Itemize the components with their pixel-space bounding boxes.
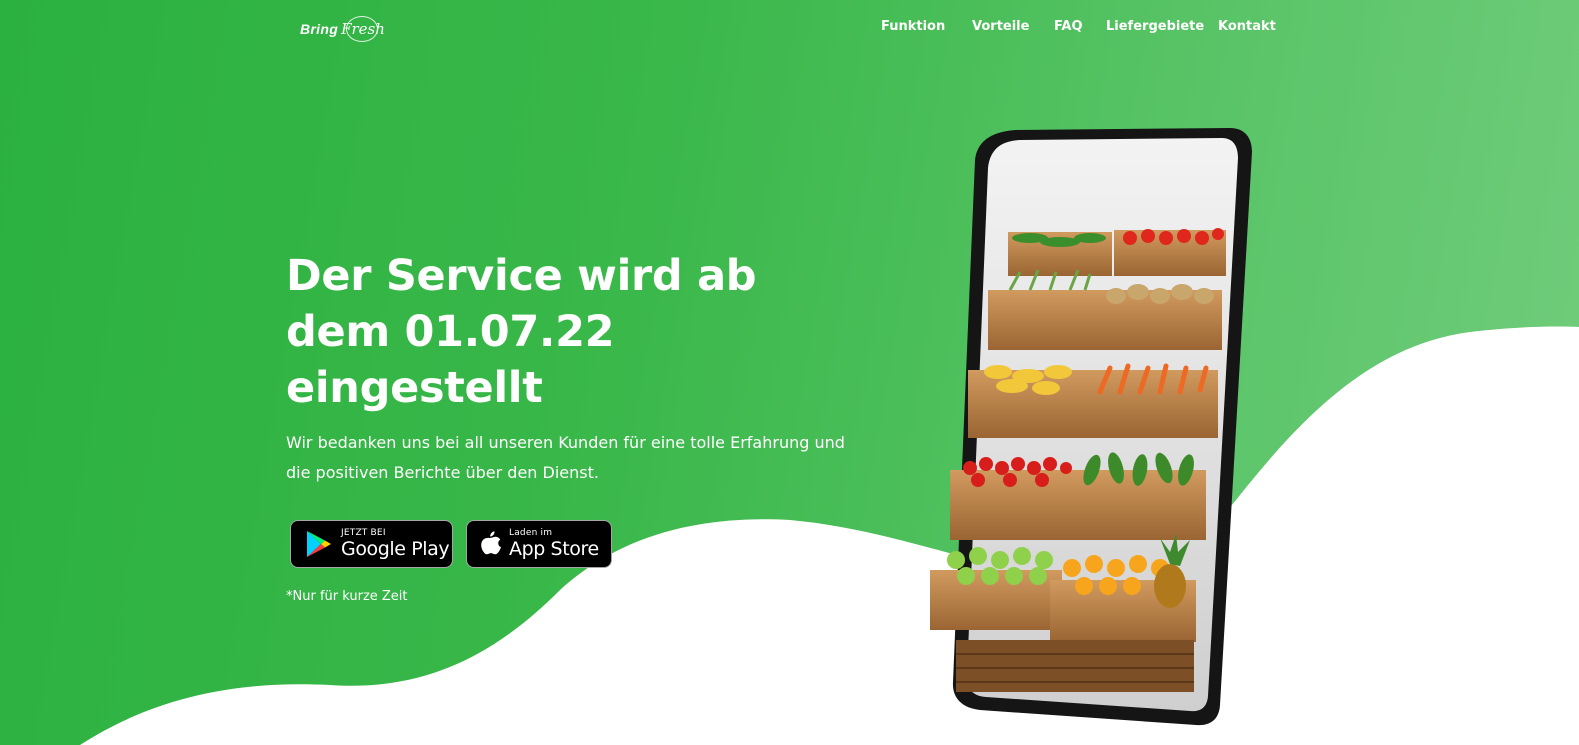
nav-liefergebiete[interactable]: Liefergebiete (1106, 19, 1204, 34)
hero-subtitle-line: die positiven Berichte über den Dienst. (286, 463, 599, 482)
nav-kontakt[interactable]: Kontakt (1218, 19, 1276, 34)
google-play-icon (307, 531, 331, 557)
apple-icon (481, 531, 501, 555)
hero-title: Der Service wird ab dem 01.07.22 eingest… (286, 248, 846, 416)
hero-title-line: Der Service wird ab (286, 251, 757, 301)
hero-title-line: eingestellt (286, 363, 543, 413)
nav-vorteile[interactable]: Vorteile (972, 19, 1029, 34)
hero-subtitle-line: Wir bedanken uns bei all unseren Kunden … (286, 433, 845, 452)
app-store-button[interactable]: Laden im App Store (466, 520, 612, 568)
nav-funktion[interactable]: Funktion (881, 19, 945, 34)
limited-time-note: *Nur für kurze Zeit (286, 589, 408, 604)
site-header: Bring Fresh Funktion Vorteile FAQ Liefer… (0, 0, 1579, 56)
hero-subtitle: Wir bedanken uns bei all unseren Kunden … (286, 428, 866, 488)
google-play-button[interactable]: JETZT BEI Google Play (290, 520, 453, 568)
nav-faq[interactable]: FAQ (1054, 19, 1083, 34)
app-store-label: App Store (509, 538, 599, 560)
phone-illustration (930, 128, 1252, 726)
app-store-small-label: Laden im (509, 528, 553, 538)
hero-title-line: dem 01.07.22 (286, 307, 615, 357)
google-play-small-label: JETZT BEI (341, 528, 386, 538)
google-play-label: Google Play (341, 538, 450, 560)
logo-word-bring: Bring (300, 21, 339, 37)
logo-ring-icon (346, 16, 378, 42)
bring-fresh-logo[interactable]: Bring Fresh (300, 14, 385, 44)
